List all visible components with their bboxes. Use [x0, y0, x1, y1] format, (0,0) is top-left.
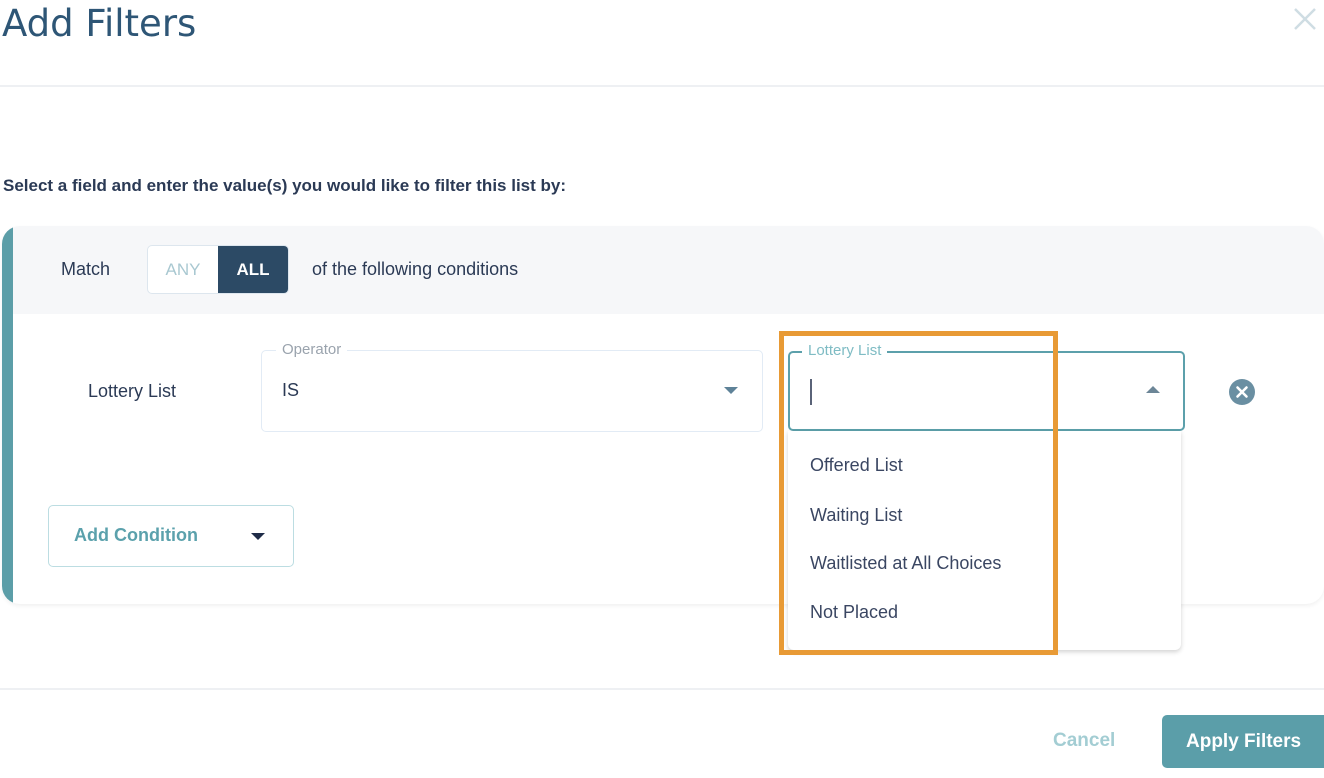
dropdown-option[interactable]: Waitlisted at All Choices — [810, 553, 1001, 574]
lottery-list-legend: Lottery List — [802, 341, 888, 361]
condition-field-label: Lottery List — [88, 381, 177, 401]
caret-down-icon[interactable] — [724, 387, 738, 394]
lottery-list-input[interactable]: Lottery List — [788, 341, 1185, 431]
dialog-title: Add Filters — [2, 2, 197, 45]
match-label: Match — [61, 259, 111, 279]
instructions-text: Select a field and enter the value(s) yo… — [3, 176, 567, 195]
add-condition-button[interactable]: Add Condition — [48, 505, 294, 567]
add-condition-label: Add Condition — [74, 525, 198, 545]
cancel-button[interactable]: Cancel — [1053, 730, 1115, 752]
match-suffix: of the following conditions — [312, 259, 519, 279]
remove-circle-x-icon — [1236, 386, 1248, 398]
card-accent-bar — [2, 226, 13, 604]
apply-filters-button[interactable]: Apply Filters — [1162, 715, 1324, 768]
dropdown-option[interactable]: Not Placed — [810, 602, 898, 623]
remove-condition-button[interactable] — [1229, 379, 1255, 405]
operator-select[interactable]: Operator IS — [261, 340, 763, 432]
operator-legend: Operator — [276, 340, 348, 360]
match-all-option[interactable]: ALL — [218, 246, 288, 293]
dropdown-option[interactable]: Offered List — [810, 455, 903, 476]
caret-down-icon — [251, 533, 265, 540]
match-any-option[interactable]: ANY — [148, 246, 218, 293]
header-divider — [0, 85, 1324, 87]
footer-divider — [0, 688, 1324, 690]
dropdown-option[interactable]: Waiting List — [810, 505, 902, 526]
caret-up-icon[interactable] — [1146, 386, 1160, 393]
close-button[interactable] — [1292, 6, 1318, 32]
match-toggle: ANY ALL — [147, 245, 289, 294]
operator-value: IS — [282, 380, 300, 400]
close-x-icon — [1294, 8, 1316, 30]
text-cursor — [810, 379, 812, 405]
lottery-list-dropdown: Offered List Waiting List Waitlisted at … — [788, 431, 1181, 650]
